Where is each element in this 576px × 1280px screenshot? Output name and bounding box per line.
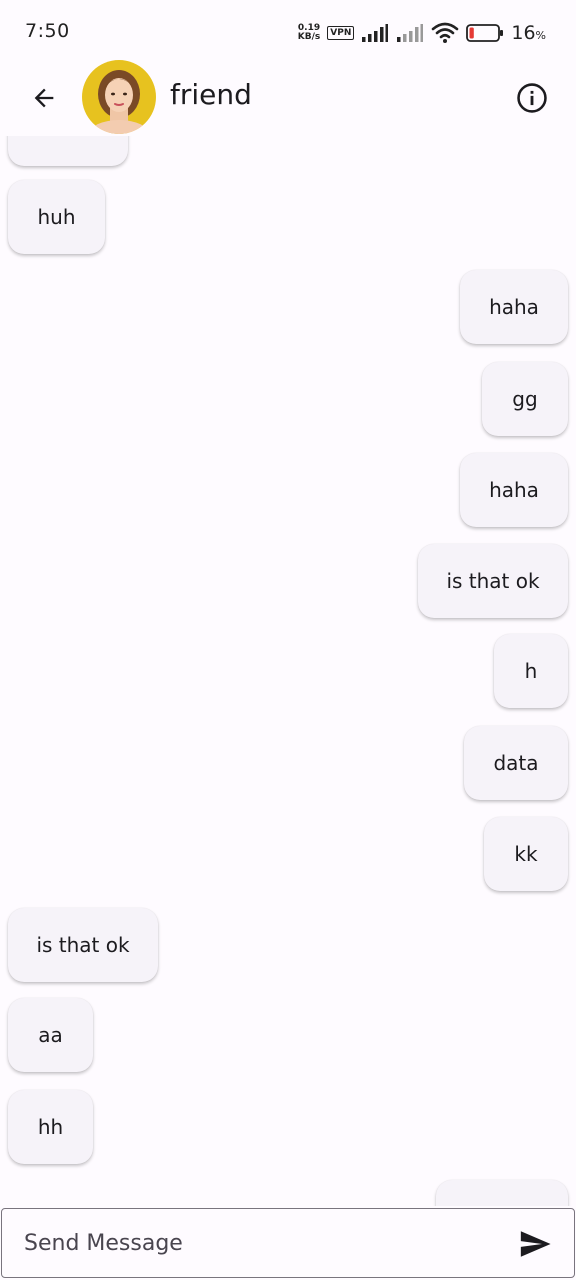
avatar[interactable] — [82, 60, 156, 134]
message-bubble-received[interactable] — [8, 136, 128, 166]
message-list[interactable]: huh haha gg haha is that ok h data kk is that ok… — [0, 136, 576, 1206]
status-time: 7:50 — [25, 20, 70, 42]
send-button[interactable] — [512, 1221, 558, 1267]
message-bubble-received[interactable]: is that ok — [8, 908, 158, 982]
battery-fill — [469, 27, 475, 39]
send-icon — [520, 1231, 551, 1257]
message-bubble-sent[interactable] — [436, 1180, 568, 1206]
chat-screen: 7:50 0.19 KB/s VPN 16 % friend huh haha … — [0, 0, 576, 1280]
battery-level-text: 16 — [511, 22, 536, 44]
message-bubble-sent[interactable]: gg — [482, 362, 568, 436]
message-bubble-sent[interactable]: haha — [460, 270, 568, 344]
message-bubble-sent[interactable]: data — [464, 726, 568, 800]
battery-unit-text: % — [535, 29, 546, 42]
message-bubble-received[interactable]: huh — [8, 180, 105, 254]
avatar-image — [82, 60, 156, 134]
status-icons: 0.19 KB/s VPN 16 % — [298, 20, 546, 46]
message-bubble-sent[interactable]: h — [494, 634, 568, 708]
signal-secondary-icon — [397, 24, 424, 42]
message-bubble-sent[interactable]: is that ok — [418, 544, 568, 618]
network-speed-unit: KB/s — [297, 32, 321, 42]
message-bubble-received[interactable]: aa — [8, 998, 93, 1072]
contact-name[interactable]: friend — [170, 78, 252, 111]
info-button[interactable] — [508, 74, 556, 122]
composer-bar — [0, 1207, 576, 1280]
back-button[interactable] — [20, 74, 68, 122]
battery-icon — [466, 24, 504, 42]
arrow-back-icon — [34, 88, 54, 108]
message-bubble-received[interactable]: hh — [8, 1090, 93, 1164]
message-bubble-sent[interactable]: kk — [484, 817, 568, 891]
message-field[interactable] — [1, 1208, 575, 1278]
info-icon — [517, 83, 547, 113]
battery-percentage: 16% — [511, 22, 546, 44]
vpn-badge: VPN — [327, 26, 355, 40]
network-speed: 0.19 KB/s — [298, 24, 320, 42]
signal-icon — [362, 24, 389, 42]
message-bubble-sent[interactable]: haha — [460, 453, 568, 527]
status-bar: 7:50 0.19 KB/s VPN 16 % — [0, 0, 576, 62]
wifi-icon — [432, 22, 459, 43]
message-input[interactable] — [24, 1209, 494, 1277]
chat-header: friend — [0, 56, 576, 136]
